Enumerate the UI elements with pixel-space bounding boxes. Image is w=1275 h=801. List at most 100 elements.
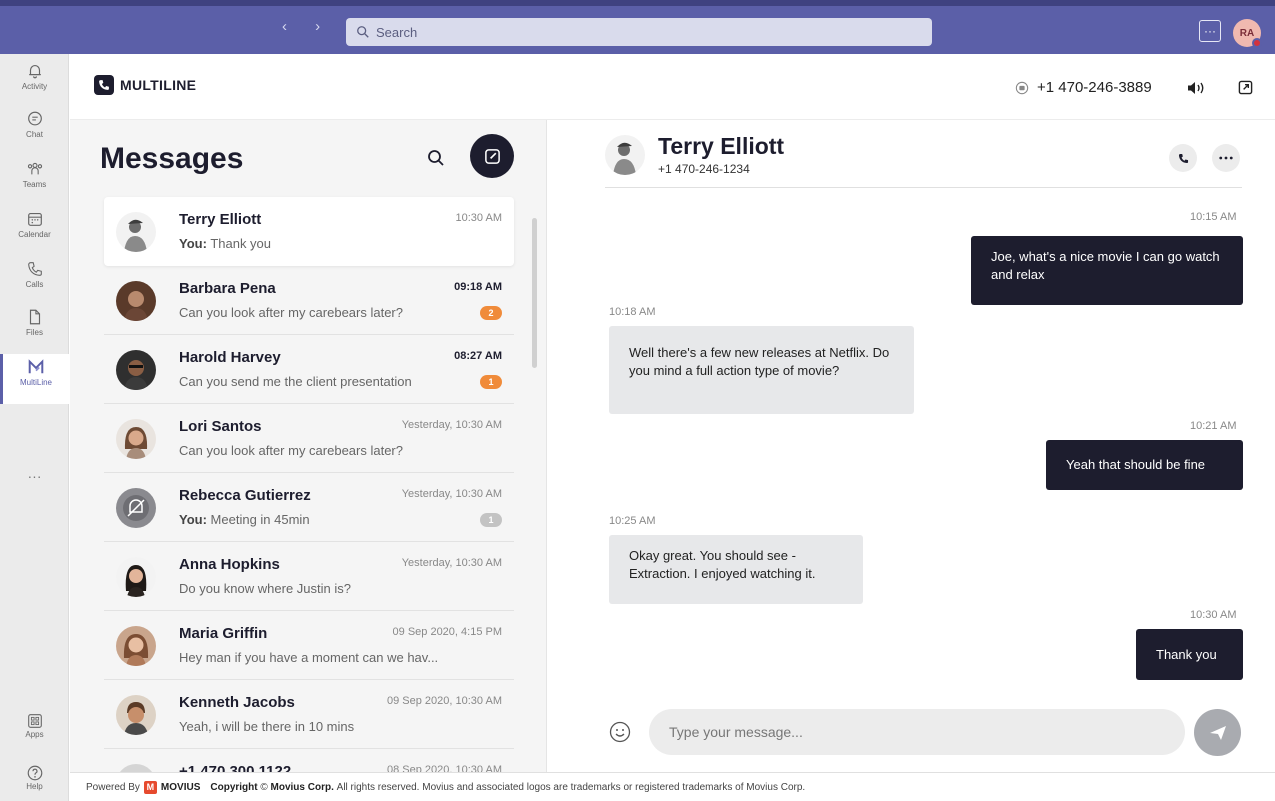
emoji-icon[interactable] xyxy=(609,721,631,748)
rail-item-calls[interactable]: Calls xyxy=(0,260,69,306)
app-header: MULTILINE +1 470-246-3889 xyxy=(70,54,1275,120)
message-preview: Can you send me the client presentation xyxy=(179,374,412,389)
list-item[interactable]: Anna Hopkins Do you know where Justin is… xyxy=(104,542,514,611)
message-bubble-incoming: Well there's a few new releases at Netfl… xyxy=(609,326,914,414)
rail-more-button[interactable]: ··· xyxy=(0,468,69,484)
chat-contact-number: +1 470-246-1234 xyxy=(658,162,750,176)
chat-contact-name: Terry Elliott xyxy=(658,133,785,159)
message-timestamp: 10:25 AM xyxy=(609,515,656,527)
powered-by-label: Powered By xyxy=(86,781,140,793)
rail-item-activity[interactable]: Activity xyxy=(0,62,69,108)
avatar xyxy=(116,695,156,735)
avatar xyxy=(116,557,156,597)
compose-button[interactable] xyxy=(470,134,514,178)
footer: Powered By M MOVIUS Copyright © Movius C… xyxy=(70,772,1275,801)
list-item[interactable]: Lori Santos Can you look after my carebe… xyxy=(104,404,514,473)
list-item[interactable]: Rebecca Gutierrez You: Meeting in 45min … xyxy=(104,473,514,542)
line-number-selector[interactable]: +1 470-246-3889 xyxy=(1015,79,1152,96)
contact-name: Terry Elliott xyxy=(179,211,262,228)
timestamp: Yesterday, 10:30 AM xyxy=(401,419,502,431)
muted-badge: 1 xyxy=(480,513,502,527)
search-bar[interactable]: Search xyxy=(346,18,932,46)
rail-item-calendar[interactable]: Calendar xyxy=(0,210,69,256)
contact-name: Rebecca Gutierrez xyxy=(179,487,311,504)
multiline-icon xyxy=(28,359,44,374)
presence-dot xyxy=(1252,38,1262,48)
search-placeholder: Search xyxy=(376,24,418,40)
speaker-icon[interactable] xyxy=(1186,80,1210,101)
send-button[interactable] xyxy=(1194,709,1241,756)
avatar xyxy=(116,488,156,528)
timestamp: Yesterday, 10:30 AM xyxy=(401,488,502,500)
timestamp: 09 Sep 2020, 4:15 PM xyxy=(392,626,502,638)
apps-icon xyxy=(27,714,42,728)
message-bubble-outgoing: Thank you xyxy=(1136,629,1243,680)
message-preview: Yeah, i will be there in 10 mins xyxy=(179,719,355,734)
rail-label: Calendar xyxy=(18,230,51,239)
message-preview: Can you look after my carebears later? xyxy=(179,305,403,320)
message-bubble-outgoing: Joe, what's a nice movie I can go watch … xyxy=(971,236,1243,305)
contact-name: Maria Griffin xyxy=(179,625,268,642)
preview-prefix: You: xyxy=(179,236,207,251)
send-icon xyxy=(1209,725,1226,740)
list-scrollbar[interactable] xyxy=(532,218,537,368)
call-button[interactable] xyxy=(1169,144,1197,172)
message-preview: You: Meeting in 45min xyxy=(179,512,449,527)
search-icon[interactable] xyxy=(427,149,445,172)
brand-name: MULTILINE xyxy=(120,77,197,93)
list-item[interactable]: Harold Harvey Can you send me the client… xyxy=(104,335,514,404)
list-item[interactable]: +1 470 300 1122 08 Sep 2020, 10:30 AM xyxy=(104,749,514,772)
multiline-logo: MULTILINE xyxy=(94,75,196,95)
chat-more-button[interactable] xyxy=(1212,144,1240,172)
list-item[interactable]: Kenneth Jacobs Yeah, i will be there in … xyxy=(104,680,514,749)
message-composer xyxy=(605,708,1245,756)
more-options-button[interactable]: ··· xyxy=(1199,20,1221,42)
message-bubble-incoming: Okay great. You should see - Extraction.… xyxy=(609,535,863,604)
message-preview: Can you look after my carebears later? xyxy=(179,443,403,458)
timestamp: Yesterday, 10:30 AM xyxy=(401,557,502,569)
message-bubble-outgoing: Yeah that should be fine xyxy=(1046,440,1243,490)
message-input[interactable] xyxy=(649,709,1185,755)
message-timestamp: 10:30 AM xyxy=(1190,609,1237,621)
search-icon xyxy=(357,26,369,38)
chat-header: Terry Elliott +1 470-246-1234 xyxy=(605,120,1242,188)
message-timestamp: 10:21 AM xyxy=(1190,420,1237,432)
bell-icon xyxy=(28,65,41,79)
popout-icon[interactable] xyxy=(1238,80,1253,100)
rail-item-teams[interactable]: Teams xyxy=(0,160,69,206)
line-number: +1 470-246-3889 xyxy=(1037,79,1152,96)
avatar xyxy=(116,764,156,772)
rail-label: Apps xyxy=(25,730,44,739)
message-preview: Hey man if you have a moment can we hav.… xyxy=(179,650,439,665)
user-avatar[interactable]: RA xyxy=(1233,19,1262,48)
top-bar: ‹ › Search ··· RA xyxy=(0,0,1275,54)
file-icon xyxy=(29,309,40,325)
rail-label: Chat xyxy=(26,130,43,139)
rail-label: Calls xyxy=(25,280,44,289)
list-item[interactable]: Terry Elliott You: Thank you 10:30 AM xyxy=(104,197,514,266)
conversation-list-pane: Messages Terry Elliott You: Thank you 10… xyxy=(70,120,547,772)
timestamp: 10:30 AM xyxy=(455,212,502,224)
rail-item-apps[interactable]: Apps xyxy=(0,712,69,739)
contact-name: Barbara Pena xyxy=(179,280,276,297)
avatar xyxy=(116,419,156,459)
rail-item-help[interactable]: Help xyxy=(0,764,69,791)
message-preview: Do you know where Justin is? xyxy=(179,581,351,596)
chat-icon xyxy=(27,111,42,126)
timestamp: 08:27 AM xyxy=(454,350,502,362)
list-item[interactable]: Barbara Pena Can you look after my careb… xyxy=(104,266,514,335)
rail-label: Help xyxy=(26,782,43,791)
calendar-icon xyxy=(27,213,42,226)
rights-text: All rights reserved. Movius and associat… xyxy=(334,782,806,793)
rail-label: Activity xyxy=(21,82,48,91)
avatar xyxy=(605,135,645,175)
history-nav-arrows[interactable]: ‹ › xyxy=(282,18,332,35)
copyright-icon: © xyxy=(257,781,271,793)
message-timestamp: 10:15 AM xyxy=(1190,211,1237,223)
rail-item-chat[interactable]: Chat xyxy=(0,110,69,156)
rail-item-files[interactable]: Files xyxy=(0,308,69,354)
list-item[interactable]: Maria Griffin Hey man if you have a mome… xyxy=(104,611,514,680)
contact-name: Anna Hopkins xyxy=(179,556,280,573)
teams-icon xyxy=(27,162,42,175)
rail-item-multiline[interactable]: MultiLine xyxy=(0,354,69,404)
